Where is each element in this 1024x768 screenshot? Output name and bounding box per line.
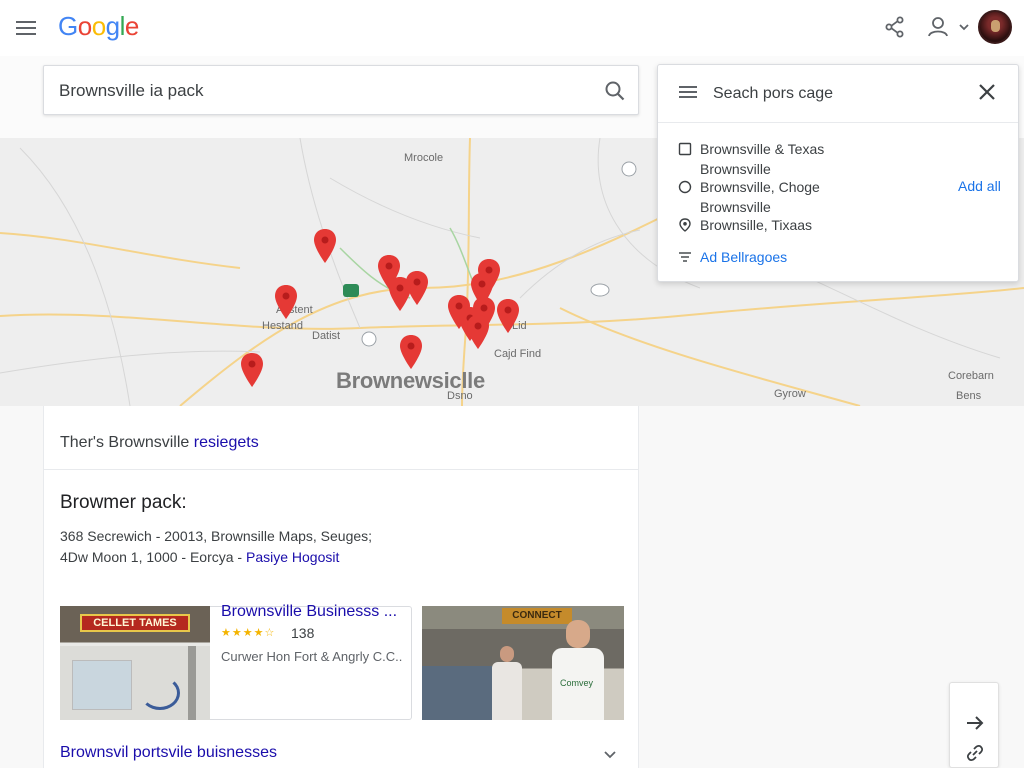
panel-option-label: Brownsille, Tixaas: [700, 217, 813, 233]
highway-shield-icon: [621, 161, 637, 177]
share-icon[interactable]: [882, 14, 908, 40]
avatar[interactable]: [978, 10, 1012, 44]
rating-stars: ★★★★☆: [221, 627, 276, 639]
logo-letter: e: [124, 11, 139, 41]
top-app-bar: Google: [0, 0, 1024, 56]
menu-icon[interactable]: [14, 18, 38, 38]
results-header: Ther's Brownsville resiegets: [44, 406, 638, 470]
map-label: Cajd Find: [494, 348, 542, 360]
close-icon[interactable]: [976, 81, 998, 103]
photo-badge: Comvey: [560, 678, 594, 688]
business-photo[interactable]: CONNECT Comvey: [422, 606, 624, 720]
review-count: 138: [291, 625, 315, 641]
panel-option[interactable]: Brownsville & Texas: [678, 141, 824, 157]
pack-title: Browmer pack:: [60, 492, 187, 513]
map-pin[interactable]: [274, 284, 298, 320]
panel-option-sublabel: Brownsville: [700, 199, 771, 215]
map-pin[interactable]: [496, 298, 520, 334]
map-label: Bens: [956, 390, 982, 402]
panel-header: Seach pors cage: [658, 65, 1018, 123]
search-panel: Seach pors cage Brownsville & Texas Brow…: [657, 64, 1019, 282]
pack-line-text: 368 Secrewich - 20013, Brownsille Maps, …: [60, 528, 373, 544]
logo-letter: o: [77, 11, 92, 41]
panel-option[interactable]: Brownsille, Tixaas: [678, 217, 812, 233]
highway-shield-icon: [361, 331, 377, 347]
more-businesses-link[interactable]: Brownsvil portsvile buisnesses: [60, 744, 277, 762]
map-label: Hestand: [262, 320, 303, 332]
panel-option-label: Brownsville & Texas: [700, 141, 825, 157]
results-header-link[interactable]: resiegets: [194, 434, 259, 451]
arrow-right-icon[interactable]: [963, 711, 987, 735]
pack-line-text: 4Dw Moon 1, 1000 - Eorcya -: [60, 549, 246, 565]
map-city-label: Brownewsiclle: [336, 368, 485, 393]
search-bar: [43, 65, 639, 115]
panel-option[interactable]: Brownsville, Choge: [678, 179, 820, 195]
panel-option-label: Brownsville, Choge: [700, 179, 820, 195]
menu-icon[interactable]: [678, 83, 700, 105]
business-name[interactable]: Brownsville Businesss ...: [221, 603, 397, 621]
results-card: Ther's Brownsville resiegets Browmer pac…: [43, 406, 639, 768]
account-icon[interactable]: [926, 14, 952, 40]
business-photo[interactable]: CELLET TAMES: [60, 606, 210, 720]
photo-detail: [422, 666, 492, 720]
map-label: Corebarn: [948, 370, 994, 382]
business-address: Curwer Hon Fort & Angrly C.C..: [221, 649, 403, 664]
radio-icon[interactable]: [678, 180, 692, 194]
pack-line: 4Dw Moon 1, 1000 - Eorcya - Pasiye Hogos…: [60, 549, 339, 565]
link-icon[interactable]: [963, 741, 987, 765]
add-all-link[interactable]: Add all: [958, 178, 1001, 194]
highway-shield-icon: [343, 284, 359, 297]
panel-option-sublabel: Brownsville: [700, 161, 771, 177]
logo-letter: g: [105, 11, 120, 41]
logo-letter: G: [58, 11, 78, 41]
logo-letter: o: [91, 11, 106, 41]
map-label: Datist: [312, 330, 341, 342]
chevron-down-icon[interactable]: [958, 20, 970, 32]
panel-title: Seach pors cage: [713, 85, 834, 102]
photo-person: [492, 646, 522, 720]
location-pin-icon: [679, 218, 691, 232]
pack-line: 368 Secrewich - 20013, Brownsille Maps, …: [60, 528, 372, 544]
results-header-prefix: Ther's Brownsville: [60, 434, 194, 451]
map-pin[interactable]: [388, 276, 412, 312]
results-header-text: Ther's Brownsville resiegets: [60, 434, 259, 452]
map-pin[interactable]: [313, 228, 337, 264]
search-input[interactable]: [59, 78, 579, 104]
map-pin[interactable]: [466, 314, 490, 350]
floating-controls: [949, 682, 999, 768]
chevron-down-icon[interactable]: [602, 746, 618, 762]
photo-detail: [188, 646, 196, 720]
map-label: Gyrow: [774, 388, 806, 400]
filter-icon: [679, 252, 691, 262]
pack-line-link[interactable]: Pasiye Hogosit: [246, 549, 339, 565]
business-sign: CELLET TAMES: [80, 614, 190, 632]
map-pin[interactable]: [399, 334, 423, 370]
map-label: Mrocole: [404, 152, 444, 164]
panel-link[interactable]: Ad Bellragoes: [678, 249, 787, 265]
checkbox-icon[interactable]: [678, 142, 692, 156]
search-icon[interactable]: [602, 78, 628, 104]
photo-detail: [140, 676, 180, 710]
highway-shield-icon: [590, 283, 610, 297]
photo-person: [552, 620, 604, 720]
map-pin[interactable]: [240, 352, 264, 388]
panel-link-label: Ad Bellragoes: [700, 249, 788, 265]
google-logo[interactable]: Google: [58, 11, 139, 42]
photo-detail: [72, 660, 132, 710]
